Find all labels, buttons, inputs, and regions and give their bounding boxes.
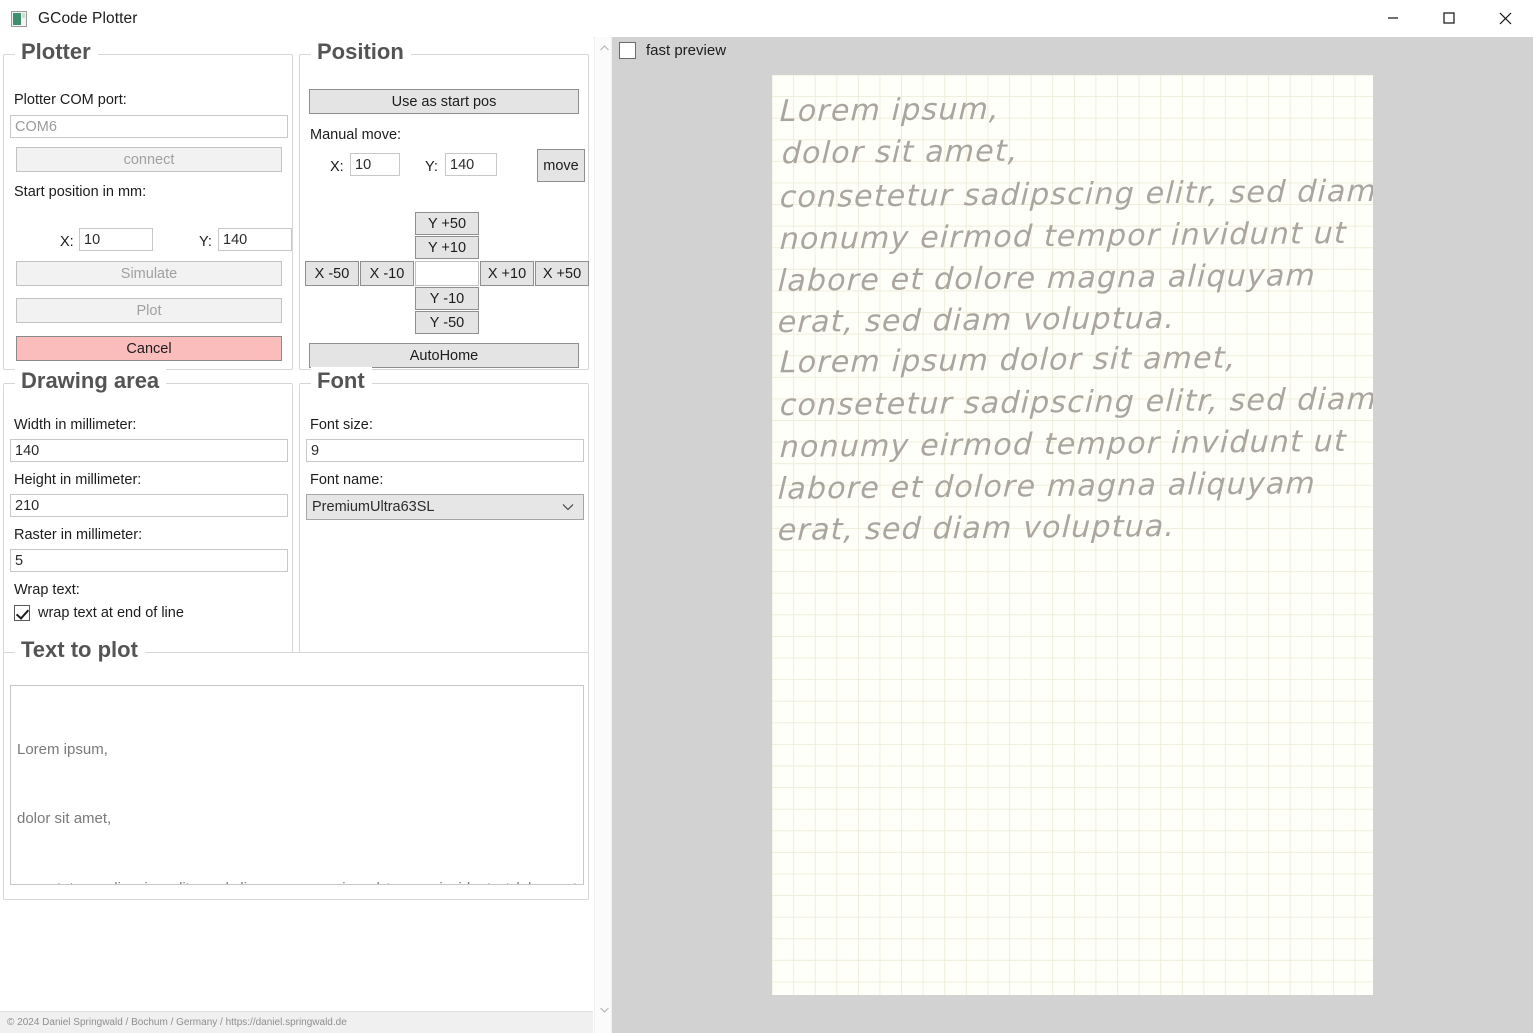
manual-y-label: Y: [425, 159, 438, 175]
plot-preview-paper[interactable]: Lorem ipsum, dolor sit amet, consetetur … [772, 75, 1373, 995]
pad-x-plus-50-button[interactable]: X +50 [535, 261, 589, 286]
minimize-button[interactable] [1365, 0, 1421, 36]
font-name-select[interactable]: PremiumUltra63SL [306, 494, 584, 520]
plotter-group: Plotter Plotter COM port: connect Start … [3, 38, 293, 370]
minimize-icon [1388, 17, 1398, 19]
wrap-text-checkbox-row[interactable]: wrap text at end of line [14, 605, 184, 621]
font-size-label: Font size: [310, 417, 373, 433]
pad-x-minus-10-button[interactable]: X -10 [360, 261, 414, 286]
settings-panel: Plotter Plotter COM port: connect Start … [0, 37, 593, 1033]
font-name-selected-value: PremiumUltra63SL [312, 499, 435, 515]
window-controls [1365, 0, 1533, 36]
maximize-button[interactable] [1421, 0, 1477, 36]
scroll-down-arrow-icon[interactable] [595, 1001, 613, 1019]
start-position-label: Start position in mm: [14, 184, 147, 200]
preview-panel: fast preview Lorem ipsum, dolor sit amet… [612, 37, 1533, 1033]
fast-preview-label: fast preview [646, 42, 727, 59]
handwriting-line: labore et dolore magna aliquyam [777, 466, 1317, 507]
cancel-button[interactable]: Cancel [16, 336, 282, 361]
manual-x-label: X: [330, 159, 344, 175]
position-group-title: Position [311, 38, 411, 66]
handwriting-segment: um, [937, 91, 1001, 128]
chevron-down-icon [562, 499, 574, 515]
start-y-label: Y: [199, 234, 212, 250]
pad-y-plus-10-button[interactable]: Y +10 [415, 236, 479, 259]
app-window: GCode Plotter Plotter Plotter COM port: … [0, 0, 1533, 1033]
simulate-button[interactable]: Simulate [16, 261, 282, 286]
pad-center-spacer [415, 261, 479, 286]
handwriting-active-segment: Lorem ips [779, 92, 940, 130]
font-group-title: Font [311, 367, 372, 395]
handwriting-line: nonumy eirmod tempor invidunt ut [779, 216, 1348, 257]
handwriting-render: Lorem ipsum, dolor sit amet, consetetur … [772, 75, 1373, 995]
wrap-text-checkbox-label: wrap text at end of line [38, 605, 184, 621]
plotter-group-title: Plotter [15, 38, 98, 66]
raster-input[interactable] [10, 549, 288, 572]
handwriting-line: Lorem ipsum, [779, 92, 1000, 129]
scroll-up-arrow-icon[interactable] [595, 39, 613, 57]
drawing-area-group-title: Drawing area [15, 367, 167, 395]
status-bar: © 2024 Daniel Springwald / Bochum / Germ… [0, 1011, 593, 1033]
height-input[interactable] [10, 494, 288, 517]
plot-button[interactable]: Plot [16, 298, 282, 323]
manual-x-input[interactable] [350, 153, 400, 176]
handwriting-line: consetetur sadipscing elitr, sed diam [779, 173, 1373, 216]
wrap-text-checkbox[interactable] [14, 605, 30, 621]
maximize-icon [1443, 12, 1455, 24]
handwriting-line: erat, sed diam voluptua. [777, 300, 1177, 341]
manual-move-label: Manual move: [310, 127, 402, 143]
close-icon [1499, 12, 1511, 24]
pad-x-plus-10-button[interactable]: X +10 [480, 261, 534, 286]
handwriting-line: consetetur sadipscing elitr, sed diam [779, 381, 1373, 424]
title-bar: GCode Plotter [0, 0, 1533, 38]
font-group: Font Font size: Font name: PremiumUltra6… [299, 367, 589, 668]
text-to-plot-group-title: Text to plot [15, 636, 145, 664]
plot-text-line: Lorem ipsum, [17, 740, 108, 758]
autohome-button[interactable]: AutoHome [309, 343, 579, 368]
width-input[interactable] [10, 439, 288, 462]
window-title: GCode Plotter [38, 9, 138, 27]
com-port-input[interactable] [10, 115, 288, 138]
pad-y-minus-50-button[interactable]: Y -50 [415, 311, 479, 334]
plot-text-line: dolor sit amet, [17, 810, 112, 828]
handwriting-line: labore et dolore magna aliquyam [777, 258, 1317, 299]
handwriting-line: erat, sed diam voluptua. [777, 508, 1177, 549]
app-icon [11, 10, 27, 27]
start-y-input[interactable] [218, 228, 292, 251]
pad-x-minus-50-button[interactable]: X -50 [305, 261, 359, 286]
copyright-text: © 2024 Daniel Springwald / Bochum / Germ… [7, 1017, 347, 1028]
height-label: Height in millimeter: [14, 472, 142, 488]
handwriting-line: nonumy eirmod tempor invidunt ut [779, 424, 1348, 465]
settings-panel-scrollbar[interactable] [594, 37, 612, 1033]
text-to-plot-textarea[interactable]: Lorem ipsum, dolor sit amet, consetetur … [10, 685, 584, 885]
manual-y-input[interactable] [445, 153, 497, 176]
fast-preview-checkbox-row[interactable]: fast preview [619, 42, 726, 59]
start-x-input[interactable] [79, 228, 153, 251]
handwriting-line: dolor sit amet, [781, 133, 1020, 172]
close-button[interactable] [1477, 0, 1533, 36]
connect-button[interactable]: connect [16, 147, 282, 172]
text-to-plot-group: Text to plot Lorem ipsum, dolor sit amet… [3, 636, 589, 900]
wrap-text-label: Wrap text: [14, 582, 80, 598]
com-port-label: Plotter COM port: [14, 92, 127, 108]
fast-preview-checkbox[interactable] [619, 42, 636, 59]
move-button[interactable]: move [537, 149, 585, 182]
plot-text-line: consetetur sadipscing elitr, sed diam no… [17, 877, 577, 884]
raster-label: Raster in millimeter: [14, 527, 143, 543]
pad-y-minus-10-button[interactable]: Y -10 [415, 287, 479, 310]
drawing-area-group: Drawing area Width in millimeter: Height… [3, 367, 293, 668]
pad-y-plus-50-button[interactable]: Y +50 [415, 212, 479, 235]
font-name-label: Font name: [310, 472, 384, 488]
handwriting-line: Lorem ipsum dolor sit amet, [779, 340, 1238, 381]
start-x-label: X: [60, 234, 74, 250]
font-size-input[interactable] [306, 439, 584, 462]
width-label: Width in millimeter: [14, 417, 137, 433]
position-group: Position Use as start pos Manual move: X… [299, 38, 589, 370]
use-as-start-pos-button[interactable]: Use as start pos [309, 89, 579, 114]
